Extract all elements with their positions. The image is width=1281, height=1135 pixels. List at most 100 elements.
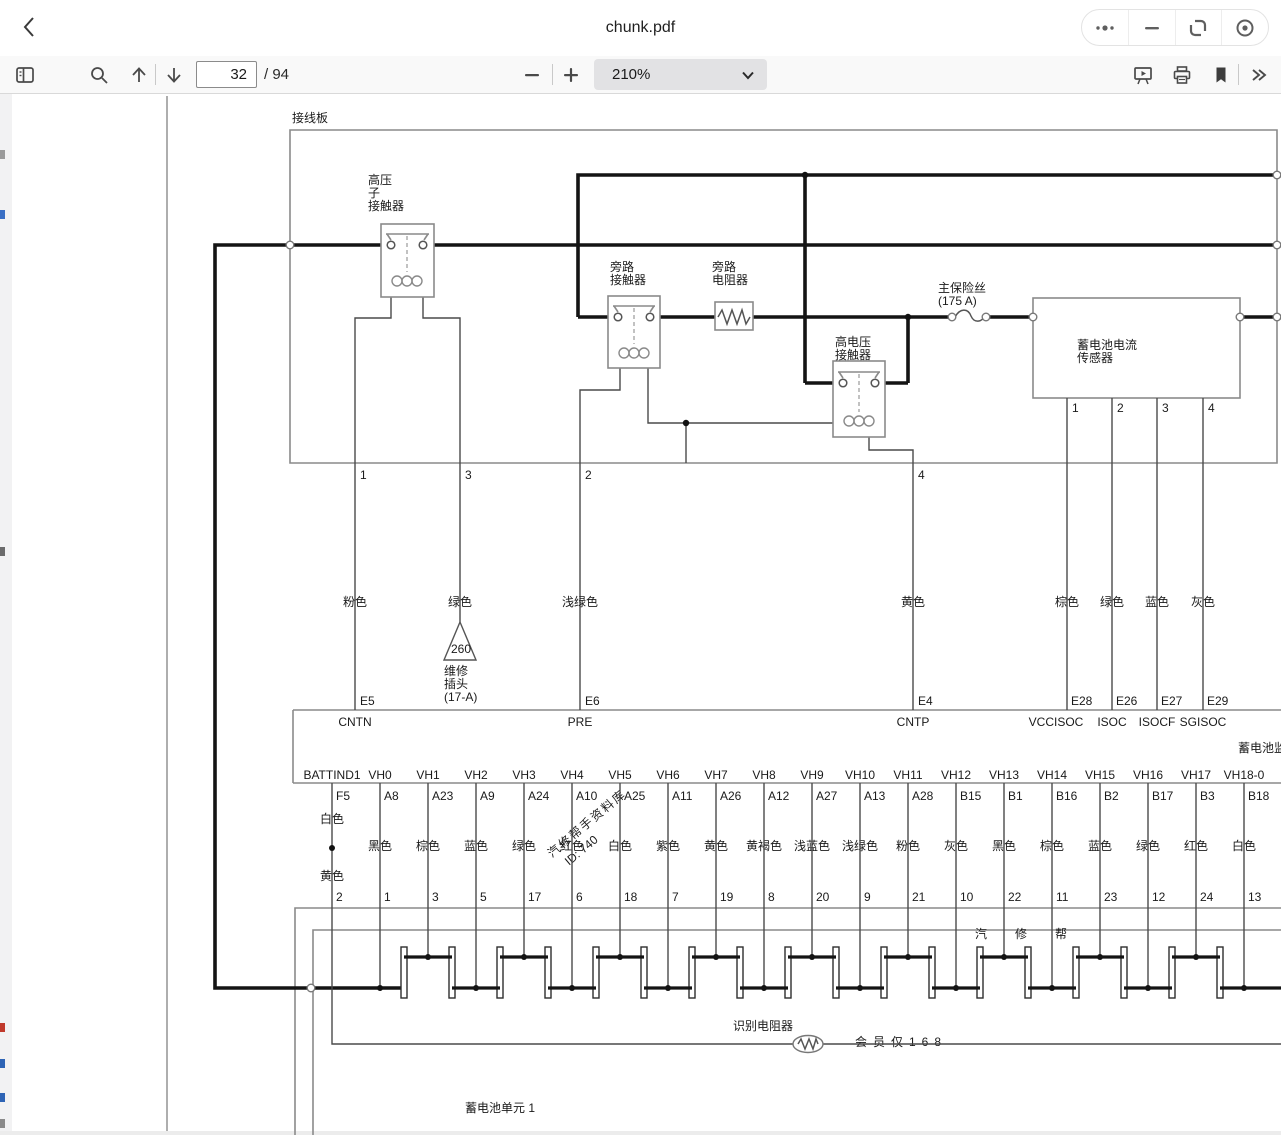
- signal-name-label: PRE: [568, 715, 593, 729]
- junction-board-box: [290, 130, 1277, 463]
- battery-plate: [785, 947, 791, 998]
- connector-pin-label: A25: [624, 789, 646, 803]
- battery-plate: [497, 947, 503, 998]
- wire-color-label: 黄色: [320, 869, 344, 883]
- more-tools-button[interactable]: [1246, 62, 1272, 88]
- wire-color-label: 粉色: [343, 595, 367, 609]
- connector-pin-label: A13: [864, 789, 886, 803]
- svg-text:接触器: 接触器: [835, 347, 871, 362]
- minimize-button[interactable]: [1128, 10, 1175, 45]
- vh-label: VH17: [1181, 768, 1211, 782]
- next-page-button[interactable]: [161, 62, 187, 88]
- connector-pin-label: B17: [1152, 789, 1174, 803]
- pop-out-button[interactable]: [1175, 10, 1222, 45]
- bookmark-icon: [1211, 65, 1231, 85]
- vh-label: VH8: [752, 768, 776, 782]
- connector-pin-label: A24: [528, 789, 550, 803]
- terminal-number-label: 3: [432, 890, 439, 904]
- wire-color-label: 黄色: [901, 595, 925, 609]
- vh-label: VH5: [608, 768, 632, 782]
- svg-text:维修: 维修: [444, 663, 468, 678]
- svg-text:插头: 插头: [444, 677, 468, 691]
- presentation-icon: [1133, 65, 1153, 85]
- vh-label: VH1: [416, 768, 440, 782]
- vh-label: VH13: [989, 768, 1019, 782]
- wire-color-label: 棕色: [1055, 594, 1079, 609]
- svg-text:260: 260: [451, 642, 471, 656]
- terminal-number-label: 24: [1200, 890, 1214, 904]
- terminal-number-label: 12: [1152, 890, 1166, 904]
- battery-plate: [881, 947, 887, 998]
- page-number-input[interactable]: [196, 61, 257, 88]
- wire-color-label: 灰色: [1191, 595, 1215, 609]
- sidebar-toggle-button[interactable]: [12, 62, 38, 88]
- svg-text:汽修帮: 汽修帮: [975, 926, 1095, 941]
- connector-pin-label: A9: [480, 789, 495, 803]
- connector-pin-label: E28: [1071, 694, 1093, 708]
- battery-plate: [689, 947, 695, 998]
- terminal-number-label: 8: [768, 890, 775, 904]
- hv-contactor: 高电压 接触器: [833, 334, 885, 437]
- battery-plate: [593, 947, 599, 998]
- zoom-select[interactable]: 210%: [594, 59, 767, 90]
- zoom-level-value: 210%: [612, 59, 650, 90]
- sidebar-toggle-icon: [15, 65, 35, 85]
- signal-name-label: ISOCF: [1139, 715, 1176, 729]
- record-icon: [1233, 16, 1257, 40]
- signal-name-label: ISOC: [1097, 715, 1127, 729]
- connector-pin-label: B15: [960, 789, 982, 803]
- terminal-number-label: 2: [336, 890, 343, 904]
- more-tools-icon: [1249, 65, 1269, 85]
- bypass-resistor: 旁路 电阻器: [712, 259, 753, 330]
- vh-label: VH4: [560, 768, 584, 782]
- battery-plate: [545, 947, 551, 998]
- vh-label: VH2: [464, 768, 488, 782]
- more-options-button[interactable]: [1082, 10, 1128, 45]
- search-button[interactable]: [86, 62, 112, 88]
- zoom-in-button[interactable]: [558, 62, 584, 88]
- bookmark-button[interactable]: [1208, 62, 1234, 88]
- battery-plate: [833, 947, 839, 998]
- vh-label: VH0: [368, 768, 392, 782]
- terminal-number-label: 19: [720, 890, 734, 904]
- connector-pin-label: E27: [1161, 694, 1183, 708]
- battery-plate: [401, 947, 407, 998]
- connector-pin-label: A28: [912, 789, 934, 803]
- toolbar-divider: [552, 64, 553, 85]
- print-button[interactable]: [1169, 62, 1195, 88]
- battery-unit-inner-box: [313, 930, 1281, 1135]
- connector-pin-label: B3: [1200, 789, 1215, 803]
- terminal-number-label: 1: [360, 468, 367, 482]
- wire-color-label: 绿色: [1100, 594, 1124, 609]
- previous-page-button[interactable]: [126, 62, 152, 88]
- wire-color-label: 白色: [320, 811, 344, 826]
- terminal-number-label: 2: [585, 468, 592, 482]
- presentation-mode-button[interactable]: [1130, 62, 1156, 88]
- connector-pin-label: A27: [816, 789, 838, 803]
- terminal-number-label: 9: [864, 890, 871, 904]
- connector-pin-label: A10: [576, 789, 598, 803]
- wire-cntp: [869, 437, 913, 710]
- wire-color-label: 绿色: [448, 594, 472, 609]
- battery-plate: [449, 947, 455, 998]
- sensor-pin-label: 3: [1162, 401, 1169, 415]
- diagram-top-layer: 识别电阻器 蓄电池单元 1 1粉色E5CNTN3绿色2浅绿色E6PRE4黄色E4…: [303, 398, 1281, 1115]
- print-icon: [1172, 65, 1192, 85]
- svg-text:主保险丝: 主保险丝: [938, 280, 986, 295]
- sensor-pin-label: 1: [1072, 401, 1079, 415]
- zoom-out-button[interactable]: [519, 62, 545, 88]
- record-button[interactable]: [1221, 10, 1268, 45]
- toolbar-divider: [1238, 64, 1239, 85]
- identification-resistor: [793, 1036, 823, 1053]
- battery-plate: [1169, 947, 1175, 998]
- terminal-number-label: 6: [576, 890, 583, 904]
- signal-name-label: CNTP: [897, 715, 930, 729]
- minimize-icon: [1140, 16, 1164, 40]
- connector-pin-label: A12: [768, 789, 790, 803]
- pdf-title-bar: chunk.pdf: [0, 0, 1281, 57]
- connector-pin-label: A23: [432, 789, 454, 803]
- signal-name-label: SGISOC: [1180, 715, 1227, 729]
- id-resistor-label: 识别电阻器: [733, 1019, 793, 1033]
- vh-label: BATTIND1: [303, 768, 360, 782]
- page-down-icon: [164, 65, 184, 85]
